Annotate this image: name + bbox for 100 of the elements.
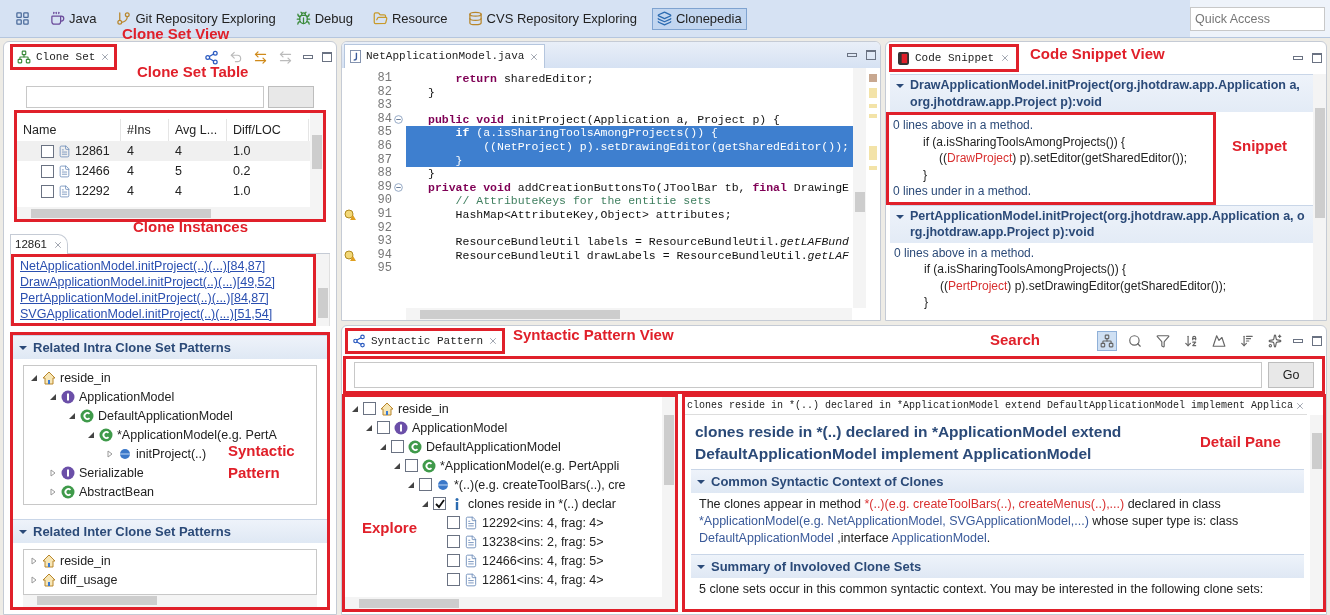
minimize-icon[interactable]: [303, 55, 313, 59]
table-row[interactable]: 12292 4 4 1.0: [17, 181, 310, 201]
table-row[interactable]: 12466 4 5 0.2: [17, 161, 310, 181]
section-header[interactable]: Related Inter Clone Set Patterns: [13, 518, 327, 543]
swap-icon[interactable]: [253, 49, 268, 65]
tree-item[interactable]: 12861<ins: 4, frag: 4>: [482, 571, 604, 588]
fold-icon[interactable]: [393, 183, 403, 193]
expanded-arrow-icon[interactable]: [68, 411, 76, 420]
maximize-icon[interactable]: [866, 50, 876, 60]
editor-tab[interactable]: NetApplicationModel.java: [344, 44, 546, 68]
horizontal-scrollbar[interactable]: [17, 207, 323, 219]
perspective-button[interactable]: Java: [45, 7, 102, 30]
horizontal-scrollbar[interactable]: [406, 308, 852, 320]
collapse-icon[interactable]: [19, 527, 27, 536]
perspective-button[interactable]: Debug: [290, 7, 358, 30]
clone-instance-link[interactable]: PertApplicationModel.initProject(..)(...)[84,87]: [20, 290, 307, 306]
maximize-icon[interactable]: [322, 52, 332, 62]
tree-item[interactable]: *(..)(e.g. createToolBars(..), cre: [454, 476, 626, 493]
collapsed-arrow-icon[interactable]: [49, 487, 57, 496]
tree-item[interactable]: ApplicationModel: [412, 419, 508, 436]
clone-instance-link[interactable]: SVGApplicationModel.initProject(..)(...)[51,54]: [20, 306, 307, 322]
collapsed-arrow-icon[interactable]: [30, 576, 38, 585]
tree-item[interactable]: 12466<ins: 4, frag: 5>: [482, 552, 604, 569]
checkbox[interactable]: [41, 184, 54, 198]
checkbox[interactable]: [377, 421, 390, 434]
fold-icon[interactable]: [393, 115, 403, 125]
vertical-scrollbar[interactable]: [662, 397, 675, 597]
vertical-scrollbar[interactable]: [316, 254, 329, 326]
quick-access-field[interactable]: Quick Access: [1190, 6, 1325, 31]
vertical-scrollbar[interactable]: [1313, 74, 1326, 320]
section-header[interactable]: Related Intra Clone Set Patterns: [13, 335, 327, 359]
expanded-arrow-icon[interactable]: [30, 373, 38, 382]
checkbox[interactable]: [41, 144, 54, 158]
expanded-arrow-icon[interactable]: [407, 480, 415, 489]
collapse-icon[interactable]: [19, 344, 27, 352]
view-tab[interactable]: Code Snippet: [889, 44, 1020, 72]
tree-item[interactable]: reside_in: [398, 400, 449, 417]
tree-item[interactable]: 12292<ins: 4, frag: 4>: [482, 514, 604, 531]
checkbox[interactable]: [447, 573, 460, 586]
section-header[interactable]: Common Syntactic Context of Clones: [691, 469, 1304, 493]
view-tab[interactable]: Clone Set: [10, 44, 118, 70]
instance-tab[interactable]: 12861: [10, 234, 68, 254]
search-field[interactable]: [354, 362, 1262, 388]
horizontal-scrollbar[interactable]: [345, 597, 675, 609]
toolbar-button[interactable]: [1097, 331, 1117, 351]
go-button[interactable]: Go: [1268, 362, 1314, 388]
expanded-arrow-icon[interactable]: [393, 461, 401, 470]
section-header[interactable]: Summary of Involoved Clone Sets: [691, 554, 1304, 578]
section-header[interactable]: DrawApplicationModel.initProject(org.jhotdraw.app.Application a, org.jhotdraw.app.Project p):void: [890, 74, 1313, 112]
minimize-icon[interactable]: [1293, 56, 1303, 60]
collapse-icon[interactable]: [697, 563, 705, 571]
clone-instance-link[interactable]: DrawApplicationModel.initProject(..)(...)[49,52]: [20, 274, 307, 290]
tree-item[interactable]: Serializable: [79, 464, 144, 481]
tree-item[interactable]: reside_in: [60, 553, 111, 570]
tree-item[interactable]: *ApplicationModel(e.g. PertA: [117, 426, 277, 443]
checkbox[interactable]: [447, 554, 460, 567]
view-tab[interactable]: Syntactic Pattern: [345, 328, 506, 354]
minimize-icon[interactable]: [1293, 339, 1303, 343]
tree-item[interactable]: DefaultApplicationModel: [426, 438, 561, 455]
perspective-button[interactable]: Resource: [367, 7, 453, 30]
checkbox[interactable]: [433, 497, 446, 510]
tree-item[interactable]: clones reside in *(..) declar: [468, 495, 616, 512]
checkbox[interactable]: [447, 535, 460, 548]
collapsed-arrow-icon[interactable]: [49, 468, 57, 477]
filter-field[interactable]: [26, 86, 264, 108]
maximize-icon[interactable]: [1312, 53, 1322, 63]
tree-item[interactable]: *ApplicationModel(e.g. PertAppli: [440, 457, 620, 474]
expanded-arrow-icon[interactable]: [87, 430, 95, 439]
collapsed-arrow-icon[interactable]: [106, 449, 114, 458]
perspective-button[interactable]: CVS Repository Exploring: [462, 7, 642, 30]
checkbox[interactable]: [419, 478, 432, 491]
expanded-arrow-icon[interactable]: [421, 499, 429, 508]
minimize-icon[interactable]: [847, 53, 857, 57]
tree-item[interactable]: initProject(..): [136, 445, 207, 462]
tree-item[interactable]: reside_in: [60, 369, 111, 386]
collapsed-arrow-icon[interactable]: [30, 557, 38, 566]
expanded-arrow-icon[interactable]: [49, 392, 57, 401]
clone-instance-link[interactable]: NetApplicationModel.initProject(..)(...)[84,87]: [20, 258, 307, 274]
vertical-scrollbar[interactable]: [310, 113, 323, 207]
checkbox[interactable]: [363, 402, 376, 415]
vertical-scrollbar[interactable]: [853, 68, 866, 308]
table-row[interactable]: 12861 4 4 1.0: [17, 141, 310, 161]
tree-item[interactable]: diff_usage: [60, 572, 118, 589]
tree-item[interactable]: 13238<ins: 2, frag: 5>: [482, 533, 604, 550]
expanded-arrow-icon[interactable]: [351, 404, 359, 413]
checkbox[interactable]: [405, 459, 418, 472]
expanded-arrow-icon[interactable]: [365, 423, 373, 432]
collapse-icon[interactable]: [896, 212, 904, 221]
checkbox[interactable]: [447, 516, 460, 529]
tree-item[interactable]: AbstractBean: [79, 483, 155, 500]
expanded-arrow-icon[interactable]: [379, 442, 387, 451]
section-header[interactable]: PertApplicationModel.initProject(org.jhotdraw.app.Application a, org.jhotdraw.app.Project p):void: [890, 204, 1313, 243]
tree-item[interactable]: ApplicationModel: [79, 388, 175, 405]
collapse-icon[interactable]: [896, 82, 904, 90]
perspective-button[interactable]: Clonepedia: [651, 7, 747, 30]
checkbox[interactable]: [391, 440, 404, 453]
share-icon[interactable]: [204, 49, 219, 65]
detail-tab[interactable]: clones reside in *(..) declared in *ApplicationModel extend DefaultApplicationModel implement Applica: [685, 397, 1308, 415]
checkbox[interactable]: [41, 164, 54, 178]
maximize-icon[interactable]: [1312, 336, 1322, 346]
